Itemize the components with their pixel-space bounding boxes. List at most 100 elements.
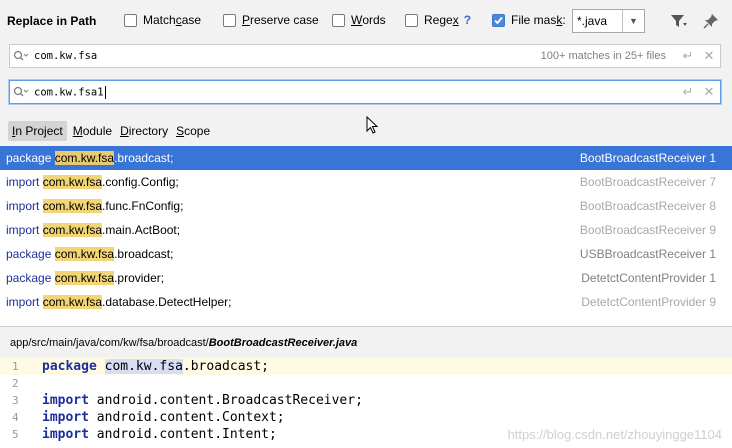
code-token: import [42,410,89,425]
match-case-checkbox[interactable]: Match c ase [124,11,201,29]
code-token: import android.content.Intent; [34,427,277,442]
regex-checkbox[interactable]: Rege x ? [405,11,471,29]
search-history-icon[interactable] [10,45,34,67]
match-highlight: com.kw.fsa [54,151,115,165]
result-row[interactable]: package com.kw.fsa.broadcast; USBBroadca… [0,242,732,266]
file-mask-checkbox[interactable]: File mas k: [492,11,566,29]
code-token: DetetctContentProvider 9 [581,295,732,309]
code-token: BootBroadcastReceiver [579,151,706,165]
code-token: BootBroadcastReceiver 7 [580,175,732,189]
result-row[interactable]: import com.kw.fsa.config.Config; BootBro… [0,170,732,194]
scope-directory[interactable]: Directory [116,121,172,141]
code-token: 1 [709,151,716,165]
code-token: 5 [12,428,19,441]
regex-help-link[interactable]: ? [464,13,471,27]
code-token: .broadcast; [182,359,269,374]
code-token: import android.content.BroadcastReceiver… [34,393,363,408]
replace-field[interactable]: com.kw.fsa1 ↵ ✕ [9,80,721,104]
code-token: BootBroadcastReceiver 8 [580,199,732,213]
match-highlight: com.kw.fsa [54,271,115,285]
dialog-title: Replace in Path [7,14,97,28]
code-line: 1 package com.kw.fsa.broadcast; [0,358,732,375]
code-token: package com.kw.fsa.broadcast; [34,359,269,374]
pin-icon[interactable] [702,12,720,30]
code-token: import com.kw.fsa.config.Config; [0,175,580,189]
code-token: package [6,247,52,261]
match-highlight: com.kw.fsa [54,247,115,261]
code-token: 3 [12,394,19,407]
match-highlight: com.kw.fsa [42,295,103,309]
clear-icon[interactable]: ✕ [698,48,720,64]
checkbox-box[interactable] [223,13,236,27]
code-token: 9 [709,223,716,237]
code-token: .func.FnConfig; [102,199,184,213]
preserve-case-checkbox[interactable]: Preserve case [223,11,319,29]
checkbox-box[interactable] [492,13,505,27]
match-highlight: com.kw.fsa [104,359,183,374]
words-checkbox[interactable]: Words [332,11,386,29]
replace-input[interactable]: com.kw.fsa1 [34,85,678,99]
code-token: import [6,223,40,237]
code-token: BootBroadcastReceiver [579,175,706,189]
code-token: package com.kw.fsa.broadcast; [0,247,580,261]
find-field[interactable]: com.kw.fsa 100+ matches in 25+ files ↵ ✕ [9,44,721,68]
code-token: DetetctContentProvider 1 [581,271,732,285]
filter-icon[interactable] [670,12,688,30]
code-token: package [6,151,52,165]
code-token: import [42,427,89,442]
search-history-icon[interactable] [10,81,34,103]
code-token: .provider; [114,271,165,285]
code-token: .config.Config; [102,175,179,189]
code-token: BootBroadcastReceiver [579,199,706,213]
scope-in-project[interactable]: In Project [8,121,67,141]
code-token: android.content.Context; [96,410,285,425]
code-token: 2 [12,377,19,390]
find-input[interactable]: com.kw.fsa [34,50,541,62]
code-token: ▁▁▁▁▁▁ ▁▁▁▁▁▁▁▁▁▁▁▁▁▁▁▁▁▁▁▁▁▁ [6,319,268,326]
match-highlight: com.kw.fsa [42,199,103,213]
code-token: 1 [709,271,716,285]
code-token: android.content.BroadcastReceiver; [96,393,363,408]
match-count: 100+ matches in 25+ files [540,50,666,62]
code-token: .broadcast; [114,151,174,165]
result-row[interactable]: import com.kw.fsa.database.DetectHelper;… [0,290,732,314]
code-line: 3 import android.content.BroadcastReceive… [0,392,732,409]
checkbox-box[interactable] [405,13,418,27]
code-token: import [42,393,89,408]
result-row[interactable]: package com.kw.fsa.provider; DetetctCont… [0,266,732,290]
code-token: 1 [709,247,716,261]
code-token: 9 [709,295,716,309]
result-row[interactable]: import com.kw.fsa.func.FnConfig; BootBro… [0,194,732,218]
scope-scope[interactable]: Scope [172,121,214,141]
result-row-partial[interactable]: ▁▁▁▁▁▁ ▁▁▁▁▁▁▁▁▁▁▁▁▁▁▁▁▁▁▁▁▁▁ [0,314,732,326]
code-preview[interactable]: 1 package com.kw.fsa.broadcast; 2 3 import… [0,358,732,448]
code-token: import com.kw.fsa.func.FnConfig; [0,199,580,213]
code-token: BootBroadcastReceiver [579,223,706,237]
code-token: import com.kw.fsa.database.DetectHelper; [0,295,581,309]
chevron-down-icon[interactable]: ▼ [622,10,644,32]
new-line-icon[interactable]: ↵ [678,48,698,64]
code-token: 7 [709,175,716,189]
code-token: import android.content.Context; [34,410,285,425]
checkbox-box[interactable] [124,13,137,27]
code-token: USBBroadcastReceiver [579,247,706,261]
code-line: 4 import android.content.Context; [0,409,732,426]
new-line-icon[interactable]: ↵ [678,84,698,100]
scope-module[interactable]: Module [69,121,116,141]
results-list[interactable]: package com.kw.fsa.broadcast; BootBroadc… [0,146,732,326]
code-token: android.content.Intent; [96,427,277,442]
file-mask-select[interactable]: *.java ▼ [572,9,645,33]
dialog-header: Replace in Path Match c ase Preserve case… [0,0,732,42]
result-row[interactable]: import com.kw.fsa.main.ActBoot; BootBroa… [0,218,732,242]
code-token: import [6,199,40,213]
match-highlight: com.kw.fsa [42,223,103,237]
result-row[interactable]: package com.kw.fsa.broadcast; BootBroadc… [0,146,732,170]
check-icon [494,16,503,24]
code-token: 1 [12,360,19,373]
code-token: .broadcast; [114,247,174,261]
watermark: https://blog.csdn.net/zhouyingge1104 [507,427,722,442]
code-token: 8 [709,199,716,213]
checkbox-box[interactable] [332,13,345,27]
scope-tabs: In Project Module Directory Scope [0,118,732,144]
clear-icon[interactable]: ✕ [698,84,720,100]
